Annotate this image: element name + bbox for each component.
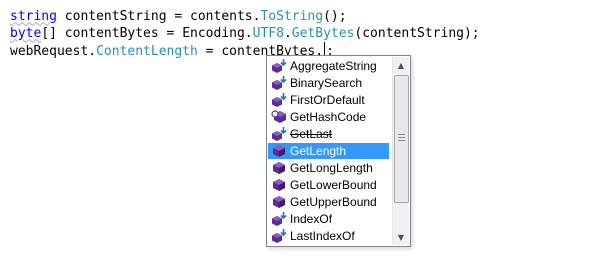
method-icon bbox=[271, 160, 287, 176]
scroll-down-arrow-icon[interactable]: ▼ bbox=[393, 229, 409, 245]
method-name: GetBytes bbox=[291, 26, 355, 41]
extension-method-icon bbox=[271, 58, 287, 74]
code-text: (contentString); bbox=[354, 26, 480, 41]
completion-item-label: GetUpperBound bbox=[290, 195, 377, 209]
method-override-icon bbox=[271, 109, 287, 125]
code-text: (); bbox=[323, 9, 347, 24]
extension-method-icon bbox=[271, 211, 287, 227]
completion-item-label: BinarySearch bbox=[290, 76, 363, 90]
scrollbar-thumb[interactable] bbox=[394, 75, 409, 203]
completion-item-label: AggregateString bbox=[290, 59, 377, 73]
extension-method-icon bbox=[271, 75, 287, 91]
member-name: ContentLength bbox=[96, 44, 198, 59]
completion-item-lastindexof[interactable]: LastIndexOf bbox=[268, 228, 389, 244]
code-text: webRequest. bbox=[10, 44, 97, 59]
completion-list-popup[interactable]: AggregateString BinarySearch FirstOrDefaul… bbox=[266, 55, 411, 247]
keyword-byte: byte bbox=[10, 26, 42, 41]
completion-item-binarysearch[interactable]: BinarySearch bbox=[268, 75, 389, 91]
method-icon bbox=[271, 143, 287, 159]
completion-item-label: FirstOrDefault bbox=[290, 93, 365, 107]
extension-method-icon bbox=[271, 126, 287, 142]
completion-item-label: LastIndexOf bbox=[290, 229, 355, 243]
completion-item-firstordefault[interactable]: FirstOrDefault bbox=[268, 92, 389, 108]
keyword-string: string bbox=[10, 9, 57, 24]
completion-item-getupperbound[interactable]: GetUpperBound bbox=[268, 194, 389, 210]
extension-method-icon bbox=[271, 228, 287, 244]
method-icon bbox=[271, 177, 287, 193]
completion-item-label: GetLength bbox=[290, 144, 347, 158]
completion-item-getlength[interactable]: GetLength bbox=[268, 143, 389, 159]
method-name: ToString bbox=[260, 9, 324, 24]
completion-item-gethashcode[interactable]: GetHashCode bbox=[268, 109, 389, 125]
completion-item-label: GetLongLength bbox=[290, 161, 373, 175]
code-line-1: string contentString = contents.ToString… bbox=[10, 8, 347, 25]
extension-method-icon bbox=[271, 92, 287, 108]
code-text: [] contentBytes = Encoding. bbox=[41, 26, 253, 41]
code-text: contentString = contents. bbox=[56, 9, 261, 24]
completion-item-label: GetLowerBound bbox=[290, 178, 377, 192]
completion-item-indexof[interactable]: IndexOf bbox=[268, 211, 389, 227]
completion-item-label: GetHashCode bbox=[290, 110, 367, 124]
scroll-up-arrow-icon[interactable]: ▲ bbox=[393, 57, 409, 73]
completion-item-getlast[interactable]: GetLast bbox=[268, 126, 389, 142]
method-icon bbox=[271, 194, 287, 210]
code-text: . bbox=[283, 26, 292, 41]
completion-item-getlonglength[interactable]: GetLongLength bbox=[268, 160, 389, 176]
grip-icon bbox=[398, 134, 405, 141]
completion-item-label: GetLast bbox=[290, 127, 333, 141]
completion-item-label: IndexOf bbox=[290, 212, 333, 226]
completion-scrollbar[interactable]: ▲ ▼ bbox=[392, 57, 409, 245]
code-line-2: byte[] contentBytes = Encoding.UTF8.GetB… bbox=[10, 25, 480, 42]
member-name: UTF8 bbox=[252, 26, 284, 41]
completion-item-aggregatestring[interactable]: AggregateString bbox=[268, 58, 389, 74]
completion-item-getlowerbound[interactable]: GetLowerBound bbox=[268, 177, 389, 193]
